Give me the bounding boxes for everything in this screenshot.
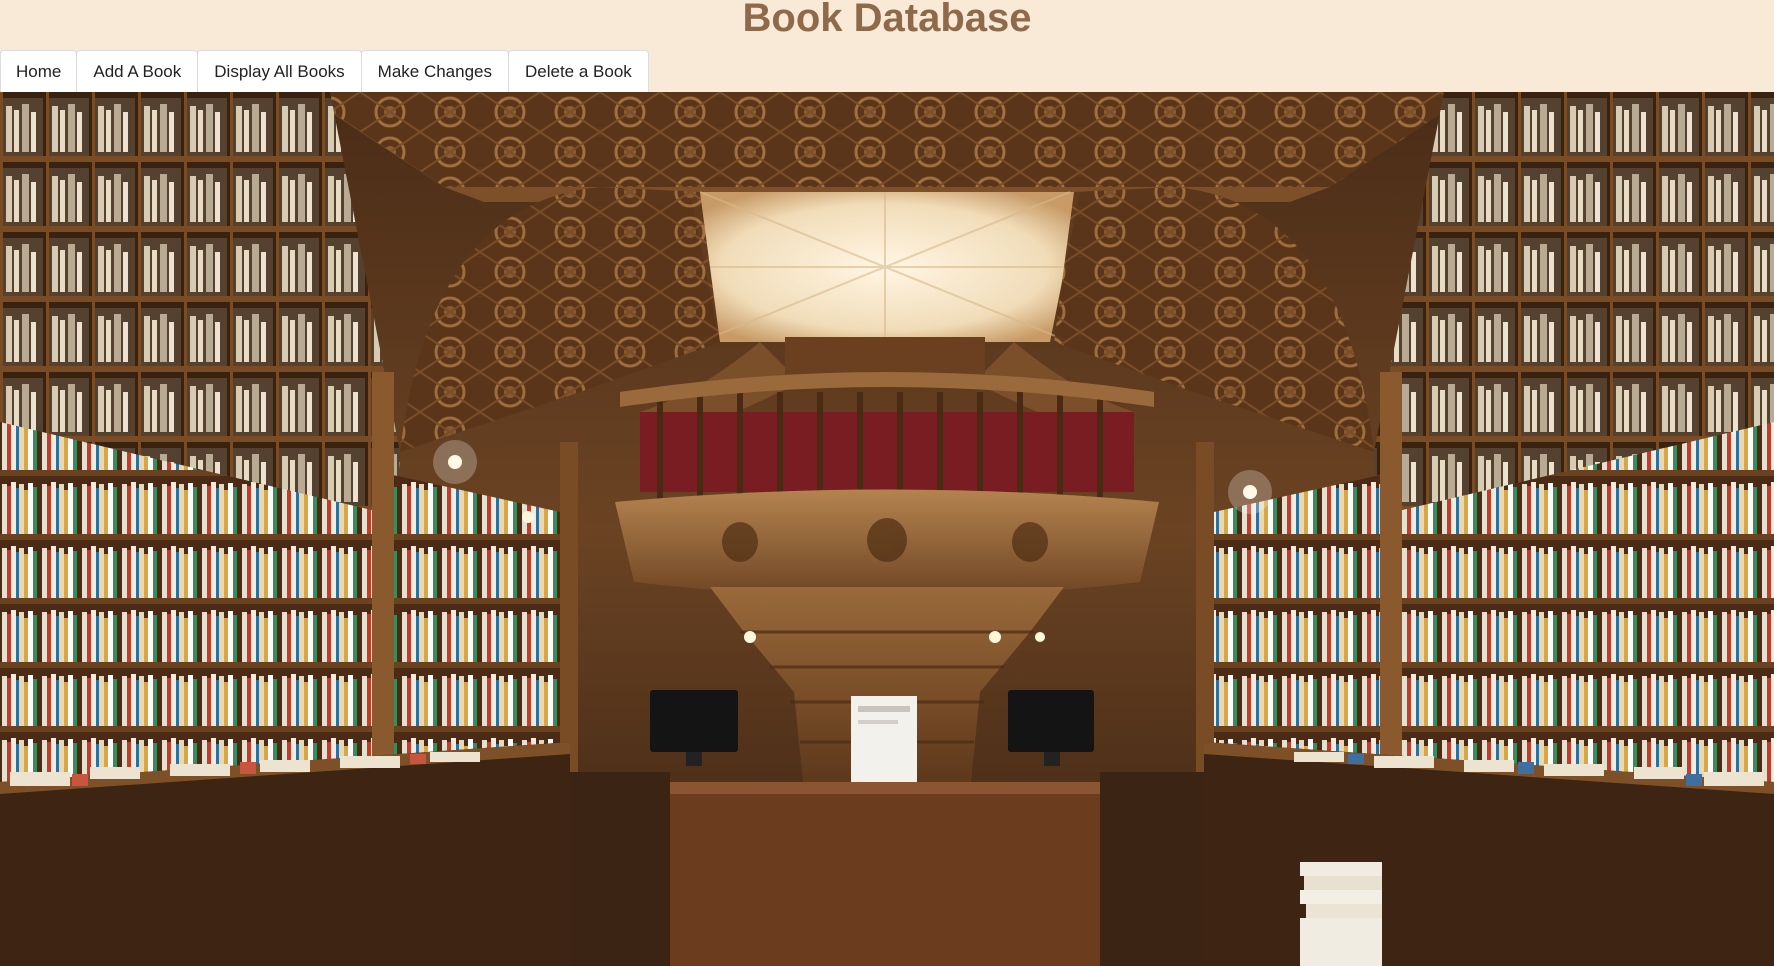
page-title: Book Database [742,0,1032,40]
page-header: Book Database Home Add A Book Display Al… [0,0,1774,92]
nav-home-button[interactable]: Home [0,50,78,92]
nav-make-changes-button[interactable]: Make Changes [360,50,509,92]
main-nav: Home Add A Book Display All Books Make C… [0,50,649,92]
bookstore-hero-image [0,92,1774,966]
nav-add-book-button[interactable]: Add A Book [76,50,199,92]
bookstore-illustration [0,92,1774,966]
nav-delete-book-button[interactable]: Delete a Book [508,50,649,92]
nav-display-all-books-button[interactable]: Display All Books [197,50,362,92]
